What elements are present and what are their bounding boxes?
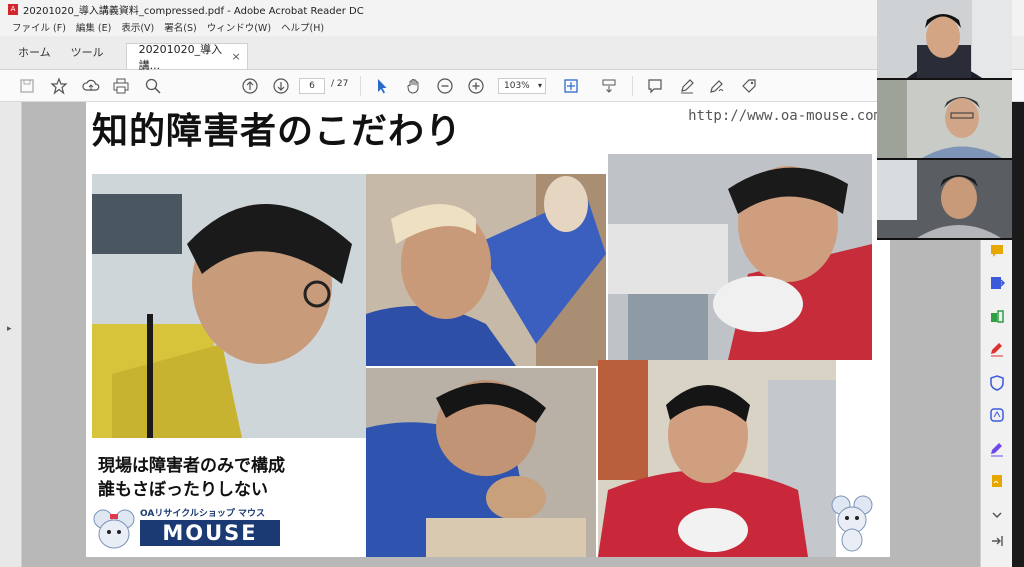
mouse-mascot-icon: [93, 509, 135, 549]
window-title: 20201020_導入講義資料_compressed.pdf - Adobe A…: [23, 5, 364, 17]
expand-left-pane-icon[interactable]: ▸: [7, 324, 12, 334]
mouse-logo: OAリサイクルショップ マウス MOUSE: [92, 506, 282, 552]
organize-pages-icon[interactable]: [988, 308, 1006, 326]
close-icon[interactable]: ×: [231, 50, 240, 63]
scroll-mode-icon[interactable]: [598, 75, 620, 97]
tab-bar: ホーム ツール 20201020_導入講... ×: [0, 35, 1024, 72]
toolbar-divider: [632, 76, 633, 96]
worker-photo-glasses: [92, 174, 366, 438]
slide-caption: 現場は障害者のみで構成 誰もさぼったりしない: [98, 454, 285, 502]
tab-home[interactable]: ホーム: [8, 35, 61, 69]
participant-video-2[interactable]: [877, 80, 1012, 158]
worker-photo-gloves: [608, 154, 872, 360]
video-call-panel: [877, 0, 1012, 240]
acrobat-window: A 20201020_導入講義資料_compressed.pdf - Adobe…: [0, 0, 1024, 567]
caption-line-2: 誰もさぼったりしない: [98, 480, 268, 500]
select-cursor-icon[interactable]: [371, 75, 393, 97]
chevron-down-icon: ▾: [537, 81, 542, 90]
zoom-select[interactable]: 103% ▾: [498, 78, 546, 94]
zoom-search-icon[interactable]: [142, 75, 164, 97]
cloud-upload-icon[interactable]: [80, 75, 102, 97]
logo-wordmark: MOUSE: [140, 520, 280, 546]
menu-file[interactable]: ファイル (F): [12, 20, 66, 34]
edit-pen-icon[interactable]: [988, 440, 1006, 458]
zoom-value: 103%: [504, 81, 530, 91]
screen: A 20201020_導入講義資料_compressed.pdf - Adobe…: [0, 0, 1024, 567]
menu-edit[interactable]: 編集 (E): [76, 20, 111, 34]
fill-sign-icon[interactable]: [738, 75, 760, 97]
worker-photo-headband: [366, 174, 606, 366]
menu-bar: ファイル (F) 編集 (E) 表示(V) 署名(S) ウィンドウ(W) ヘルプ…: [0, 18, 1024, 36]
save-icon[interactable]: [16, 75, 38, 97]
next-page-icon[interactable]: [270, 75, 292, 97]
right-tools-pane: [980, 240, 1012, 567]
star-icon[interactable]: [48, 75, 70, 97]
page-number-input[interactable]: 6: [299, 78, 325, 94]
slide-title: 知的障害者のこだわり: [92, 111, 463, 152]
menu-view[interactable]: 表示(V): [121, 20, 154, 34]
export-pdf-icon[interactable]: [988, 274, 1006, 292]
worker-photo-red-uniform: [598, 360, 836, 557]
send-for-sign-icon[interactable]: [988, 472, 1006, 490]
optimize-icon[interactable]: [988, 406, 1006, 424]
tab-document[interactable]: 20201020_導入講... ×: [125, 43, 248, 72]
sign-pen-icon[interactable]: [706, 75, 728, 97]
previous-page-icon[interactable]: [239, 75, 261, 97]
highlight-pen-icon[interactable]: [676, 75, 698, 97]
comment-icon[interactable]: [644, 75, 666, 97]
pdf-page: 知的障害者のこだわり http://www.oa-mouse.com 現場は障害…: [86, 102, 890, 557]
protect-shield-icon[interactable]: [988, 374, 1006, 392]
logo-subtitle: OAリサイクルショップ マウス: [140, 509, 266, 519]
menu-sign[interactable]: 署名(S): [164, 20, 196, 34]
participant-video-1[interactable]: [877, 0, 1012, 78]
zoom-in-icon[interactable]: [465, 75, 487, 97]
tab-tools[interactable]: ツール: [61, 35, 114, 69]
comment-tool-icon[interactable]: [988, 242, 1006, 260]
left-navigation-pane[interactable]: ▸: [0, 102, 22, 567]
window-edge: [1012, 102, 1024, 567]
tab-document-label: 20201020_導入講...: [138, 42, 223, 72]
caption-line-1: 現場は障害者のみで構成: [98, 456, 285, 476]
chevron-down-icon[interactable]: [988, 506, 1006, 524]
menu-help[interactable]: ヘルプ(H): [281, 20, 324, 34]
fill-sign-tool-icon[interactable]: [988, 340, 1006, 358]
toolbar-divider: [360, 76, 361, 96]
collapse-pane-icon[interactable]: [988, 532, 1006, 550]
slide-url: http://www.oa-mouse.com: [688, 108, 882, 124]
toolbar: 6 / 27 103% ▾: [0, 70, 1024, 102]
menu-window[interactable]: ウィンドウ(W): [207, 20, 271, 34]
worker-photo-blue-uniform: [366, 368, 596, 557]
page-total: / 27: [331, 79, 349, 89]
acrobat-pdf-icon: A: [8, 3, 18, 15]
zoom-out-icon[interactable]: [434, 75, 456, 97]
fit-page-icon[interactable]: [560, 75, 582, 97]
mouse-mascot-icon: [831, 495, 873, 552]
print-icon[interactable]: [110, 75, 132, 97]
hand-tool-icon[interactable]: [403, 75, 425, 97]
title-bar: A 20201020_導入講義資料_compressed.pdf - Adobe…: [0, 0, 1024, 18]
participant-video-3[interactable]: [877, 160, 1012, 238]
